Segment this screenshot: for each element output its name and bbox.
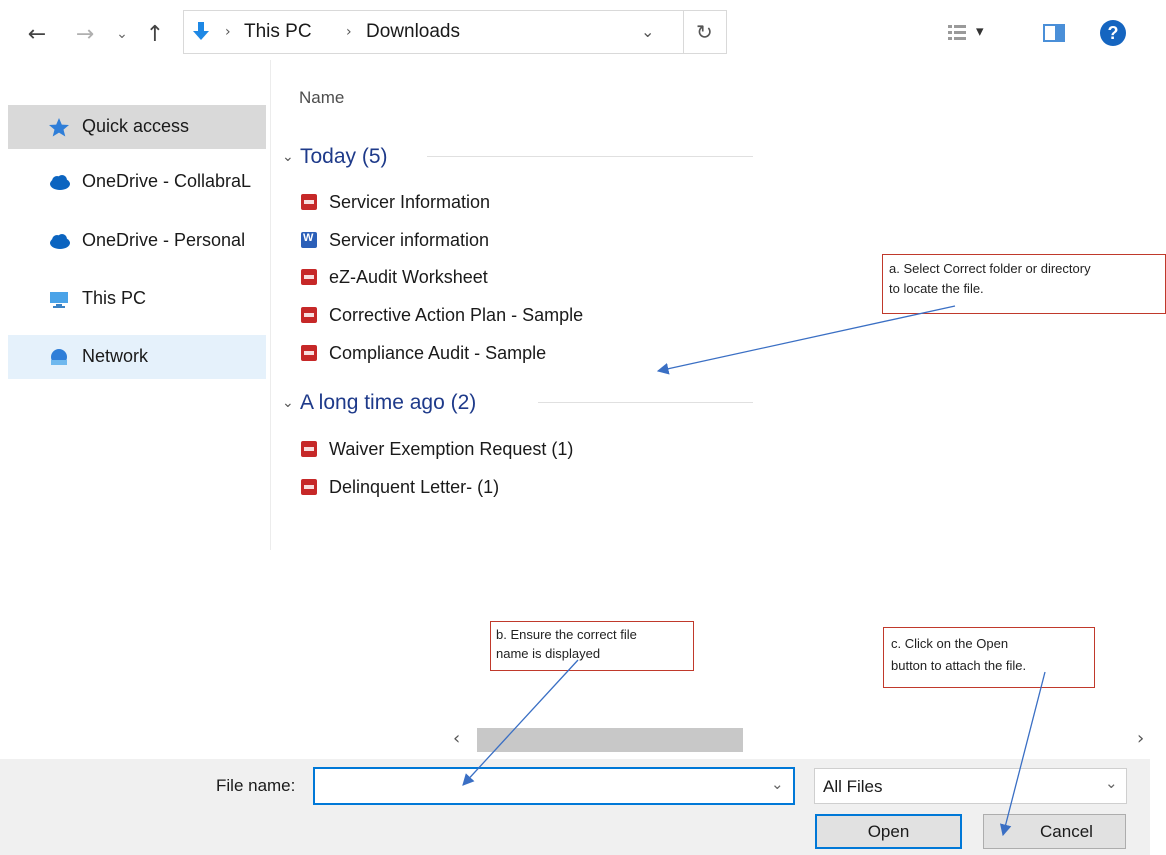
annotation-text: to locate the file. [889, 281, 984, 296]
file-name: Waiver Exemption Request (1) [329, 438, 574, 459]
annotation-text: name is displayed [496, 646, 601, 661]
address-dropdown-button[interactable]: ⌄ [641, 11, 654, 53]
file-name: Corrective Action Plan - Sample [329, 304, 584, 325]
annotation-text: a. Select Correct folder or directory [889, 261, 1091, 276]
annotation-a: a. Select Correct folder or directory to… [882, 254, 1166, 314]
pdf-file-icon [301, 345, 317, 361]
breadcrumb-separator: › [225, 24, 231, 40]
chevron-down-icon: ⌄ [641, 22, 655, 41]
annotation-text: button to attach the file. [891, 658, 1027, 673]
pdf-file-icon [301, 269, 317, 285]
address-divider [683, 11, 684, 53]
group-divider [538, 402, 753, 403]
network-icon [51, 349, 67, 365]
pane-divider[interactable] [270, 60, 271, 550]
open-button[interactable]: Open [815, 814, 962, 849]
refresh-button[interactable]: ↻ [696, 11, 713, 53]
file-name: Servicer information [329, 229, 490, 250]
chevron-down-icon: ⌄ [116, 26, 128, 42]
nav-item-label: OneDrive - Personal [82, 230, 246, 250]
scroll-right-icon[interactable]: › [1137, 728, 1144, 749]
file-name-label: File name: [216, 776, 296, 795]
nav-item-label: Network [82, 346, 149, 366]
caret-down-icon: ▾ [976, 22, 984, 40]
view-options-button[interactable]: ▾ [948, 22, 994, 44]
file-item[interactable]: Servicer information [301, 225, 489, 255]
cancel-button-label: Cancel [1040, 821, 1093, 841]
annotation-c: c. Click on the Open button to attach th… [883, 627, 1095, 688]
forward-arrow-icon: → [75, 21, 95, 47]
nav-item-network[interactable]: Network [8, 335, 266, 379]
pdf-file-icon [301, 307, 317, 323]
chevron-down-icon: ⌄ [282, 149, 294, 165]
nav-item-onedrive-personal[interactable]: OneDrive - Personal [8, 219, 266, 263]
downloads-arrow-icon [193, 22, 209, 40]
help-button[interactable]: ? [1100, 20, 1126, 46]
group-title: Today (5) [300, 145, 388, 168]
nav-item-label: This PC [82, 288, 147, 308]
file-item[interactable]: Delinquent Letter- (1) [301, 472, 499, 502]
refresh-icon: ↻ [696, 20, 713, 44]
chevron-down-icon[interactable]: ⌄ [771, 775, 784, 793]
file-item[interactable]: Servicer Information [301, 187, 490, 217]
details-view-icon [948, 25, 966, 40]
pdf-file-icon [301, 194, 317, 210]
annotation-text: b. Ensure the correct file [496, 627, 637, 642]
file-type-value: All Files [823, 777, 883, 796]
address-bar[interactable]: › This PC › Downloads ⌄ ↻ [183, 10, 727, 54]
annotation-b: b. Ensure the correct file name is displ… [490, 621, 694, 671]
breadcrumb-separator: › [346, 24, 352, 40]
group-header-today[interactable]: ⌄ Today (5) [282, 142, 388, 172]
breadcrumb-downloads[interactable]: Downloads [366, 11, 460, 53]
cloud-icon [50, 234, 70, 249]
up-button[interactable]: ↑ [142, 18, 168, 50]
file-type-select[interactable]: All Files ⌄ [814, 768, 1127, 804]
arrow-a [656, 305, 956, 375]
file-item[interactable]: Corrective Action Plan - Sample [301, 300, 583, 330]
cancel-button[interactable]: Cancel [983, 814, 1126, 849]
file-item[interactable]: Compliance Audit - Sample [301, 338, 546, 368]
preview-pane-icon[interactable] [1043, 24, 1065, 42]
group-header-long-ago[interactable]: ⌄ A long time ago (2) [282, 388, 476, 418]
file-name-combobox[interactable]: ⌄ [313, 767, 795, 805]
help-icon: ? [1107, 23, 1119, 43]
recent-locations-button[interactable]: ⌄ [114, 18, 130, 50]
forward-button[interactable]: → [70, 18, 100, 50]
file-name: Delinquent Letter- (1) [329, 476, 500, 497]
horizontal-scrollbar[interactable]: ‹ › [445, 728, 1160, 752]
nav-item-label: OneDrive - CollabraL [82, 171, 252, 191]
back-button[interactable]: ← [22, 18, 52, 50]
scrollbar-thumb[interactable] [477, 728, 743, 752]
nav-item-quick-access[interactable]: Quick access [8, 105, 266, 149]
column-header-name[interactable]: Name [299, 88, 344, 108]
nav-item-onedrive-collabral[interactable]: OneDrive - CollabraL [8, 160, 266, 204]
pdf-file-icon [301, 479, 317, 495]
chevron-down-icon: ⌄ [1105, 774, 1118, 792]
star-icon [49, 118, 69, 137]
nav-item-label: Quick access [82, 116, 190, 136]
computer-icon [50, 292, 68, 308]
annotation-text: c. Click on the Open [891, 636, 1009, 651]
breadcrumb-this-pc[interactable]: This PC [244, 11, 312, 53]
back-arrow-icon: ← [27, 21, 47, 47]
file-name: Compliance Audit - Sample [329, 342, 547, 363]
open-button-label: Open [867, 821, 910, 841]
cloud-icon [50, 175, 70, 190]
group-title: A long time ago (2) [300, 391, 477, 414]
pdf-file-icon [301, 441, 317, 457]
nav-item-this-pc[interactable]: This PC [8, 277, 266, 321]
scroll-left-icon[interactable]: ‹ [453, 728, 460, 749]
up-arrow-icon: ↑ [145, 21, 165, 47]
word-file-icon [301, 232, 317, 248]
group-divider [427, 156, 753, 157]
file-item[interactable]: Waiver Exemption Request (1) [301, 434, 573, 464]
file-name: eZ-Audit Worksheet [329, 266, 488, 287]
file-name-input[interactable] [319, 772, 753, 802]
chevron-down-icon: ⌄ [282, 395, 294, 411]
file-name: Servicer Information [329, 191, 491, 212]
file-item[interactable]: eZ-Audit Worksheet [301, 262, 488, 292]
